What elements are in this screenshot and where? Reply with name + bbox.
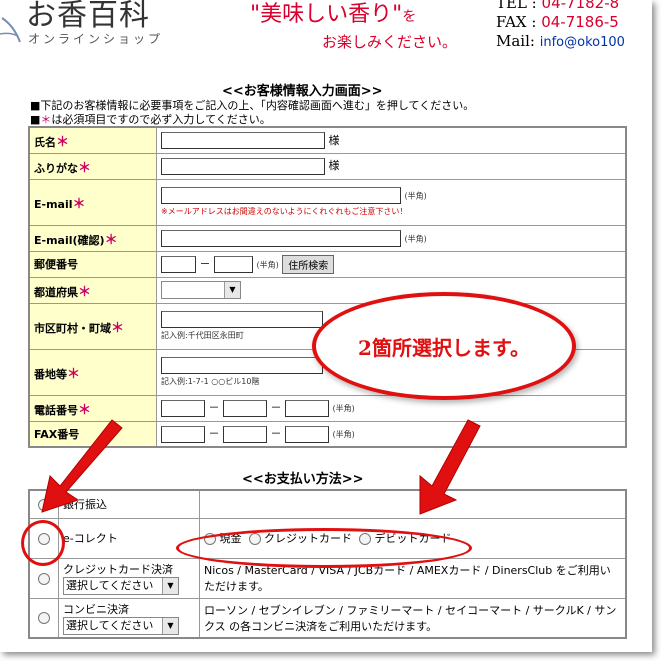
form-row-postal: 郵便番号 － (半角) 住所検索: [28, 250, 627, 278]
fax-dash-1: －: [208, 427, 220, 440]
form-row-phone: 電話番号＊ － － (半角): [28, 394, 627, 422]
phone-label: 電話番号＊: [28, 394, 157, 422]
payment-row-bank: 銀行振込: [28, 489, 627, 519]
phone-input-1[interactable]: [161, 399, 205, 417]
contact-info: TEL : 04-7182-8 FAX : 04-7186-5 Mail: in…: [496, 0, 625, 50]
form-row-email: E-mail＊ (半角) ※メールアドレスはお間違えのないようにくれぐれもご注意下…: [28, 178, 627, 226]
fax-input-2[interactable]: [223, 425, 267, 443]
phone-hint: (半角): [332, 404, 355, 414]
postal-dash: －: [199, 257, 211, 270]
email-input[interactable]: [161, 187, 401, 204]
prefecture-select[interactable]: ▼: [161, 281, 241, 299]
address-example: 記入例:1-7-1 ○○ビル10階: [161, 377, 260, 386]
form-row-name: 氏名＊ 様: [28, 126, 627, 154]
email-label: E-mail＊: [28, 178, 157, 226]
annotation-callout-text: 2箇所選択します。: [358, 335, 530, 360]
bank-desc: [199, 489, 627, 519]
required-note: ■＊は必須項目ですので必ず入力してください。: [30, 113, 271, 126]
prefecture-label: 都道府県＊: [28, 276, 157, 304]
convenience-select-value: 選択してください: [66, 618, 154, 632]
logo-title: お香百科: [26, 0, 150, 33]
form-row-fax: FAX番号 － － (半角): [28, 420, 627, 448]
mail-link[interactable]: info@oko100: [540, 35, 625, 50]
fax-input-1[interactable]: [161, 425, 205, 443]
fax-input-3[interactable]: [285, 425, 329, 443]
address-input[interactable]: [161, 357, 323, 374]
form-row-furigana: ふりがな＊ 様: [28, 152, 627, 180]
fax-dash-2: －: [270, 427, 282, 440]
annotation-ellipse-suboptions: [176, 528, 472, 568]
postal-input-1[interactable]: [161, 255, 196, 273]
credit-label: クレジットカード決済: [63, 563, 173, 576]
convenience-cell: コンビニ決済選択してください ▼: [58, 597, 200, 639]
tagline-sub: お楽しみください。: [322, 33, 458, 51]
email-warning: ※メールアドレスはお間違えのないようにくれぐれもご注意下さい！: [161, 207, 408, 216]
fax-label: FAX番号: [28, 420, 157, 448]
convenience-store-radio[interactable]: [38, 612, 50, 625]
name-input[interactable]: [161, 132, 325, 149]
fax-hint: (半角): [332, 430, 355, 439]
email-confirm-label: E-mail(確認)＊: [28, 224, 157, 252]
credit-card-payment-radio[interactable]: [38, 572, 50, 585]
annotation-circle-ecollect: [21, 520, 65, 566]
form-row-email-confirm: E-mail(確認)＊ (半角): [28, 224, 627, 252]
name-suffix: 様: [328, 133, 340, 147]
credit-cell: クレジットカード決済 選択してください ▼: [58, 557, 200, 599]
credit-select-value: 選択してください: [66, 579, 154, 592]
email-hint: (半角): [404, 191, 427, 201]
name-label: 氏名＊: [28, 126, 157, 154]
phone-input-3[interactable]: [285, 399, 329, 417]
postal-input-2[interactable]: [214, 255, 253, 273]
city-example: 記入例:千代田区永田町: [161, 331, 244, 340]
phone-dash-1: －: [208, 401, 220, 415]
furigana-label: ふりがな＊: [28, 152, 157, 180]
annotation-callout: 2箇所選択します。: [312, 292, 576, 400]
address-label: 番地等＊: [28, 348, 157, 396]
convenience-label: コンビニ決済: [63, 602, 129, 616]
convenience-radio-cell: [28, 597, 59, 639]
email-confirm-hint: (半角): [404, 234, 427, 243]
customer-info-form: 氏名＊ 様 ふりがな＊ 様 E-mail＊ (半角) ※メールアドレスはお間違えの…: [28, 126, 627, 448]
address-search-button[interactable]: 住所検索: [282, 254, 335, 274]
tagline-main: "美味しい香り"を: [250, 2, 417, 27]
logo-swoosh-icon: [0, 17, 21, 43]
furigana-suffix: 様: [328, 159, 340, 173]
logo-subtitle: オンラインショップ: [28, 32, 164, 46]
convenience-select[interactable]: 選択してください ▼: [63, 616, 179, 635]
convenience-desc: ローソン / セブンイレブン / ファミリーマート / セイコーマート / サー…: [199, 597, 627, 639]
form-row-prefecture: 都道府県＊ ▼: [28, 276, 627, 304]
chevron-down-icon: ▼: [162, 617, 178, 634]
bank-label: 銀行振込: [58, 489, 200, 519]
bank-radio-cell: [28, 489, 59, 519]
furigana-input[interactable]: [161, 157, 325, 175]
city-label: 市区町村・町域＊: [28, 302, 157, 350]
phone-input-2[interactable]: [223, 399, 267, 417]
payment-row-convenience: コンビニ決済選択してください ▼ ローソン / セブンイレブン / ファミリーマー…: [28, 597, 627, 639]
city-input[interactable]: [161, 311, 323, 328]
postal-hint: (半角): [256, 260, 279, 269]
credit-select[interactable]: 選択してください ▼: [63, 577, 179, 595]
email-confirm-input[interactable]: [161, 229, 401, 247]
chevron-down-icon: ▼: [162, 578, 178, 594]
chevron-down-icon: ▼: [224, 282, 240, 298]
phone-dash-2: －: [270, 401, 282, 415]
bank-transfer-radio[interactable]: [38, 498, 50, 511]
payment-section-title: <<お支払い方法>>: [242, 472, 364, 487]
postal-label: 郵便番号: [28, 250, 157, 278]
